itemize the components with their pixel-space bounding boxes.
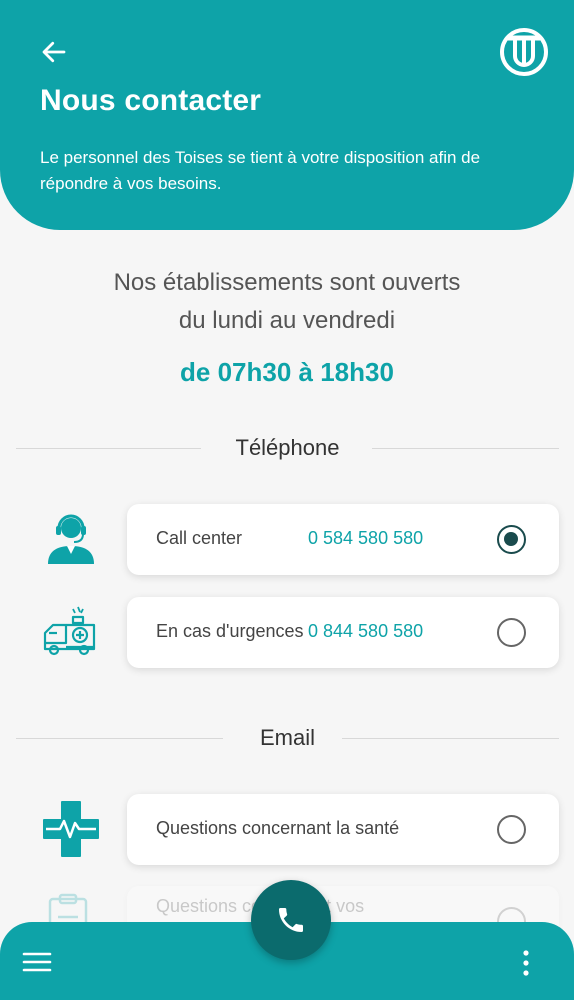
page-subtitle: Le personnel des Toises se tient à votre…	[40, 148, 481, 193]
call-fab-button[interactable]	[251, 880, 331, 960]
call-center-agent-icon	[48, 514, 94, 564]
opening-days-line: du lundi au vendredi	[178, 307, 396, 334]
phone-number[interactable]: 0 844 580 580	[308, 621, 423, 642]
opening-hours-time: de 07h30 à 18h30	[180, 357, 394, 387]
back-button[interactable]	[34, 32, 74, 72]
email-section-heading: Email	[16, 723, 559, 753]
more-options-icon[interactable]	[516, 948, 536, 978]
telephone-section-heading: Téléphone	[16, 433, 559, 463]
option-label: Call center	[156, 528, 243, 548]
emergency-option[interactable]: En cas d'urgences 0 844 580 580	[127, 597, 559, 668]
medical-cross-icon	[43, 801, 99, 857]
toises-logo-icon	[500, 28, 548, 76]
opening-hours-line: Nos établissements sont ouverts	[113, 269, 461, 296]
radio-unselected[interactable]	[497, 815, 526, 844]
divider	[372, 448, 559, 449]
header: Nous contacter Le personnel des Toises s…	[0, 0, 574, 230]
phone-icon	[279, 908, 303, 932]
option-label: En cas d'urgences	[156, 621, 304, 641]
divider	[342, 738, 559, 739]
radio-unselected[interactable]	[497, 618, 526, 647]
health-questions-option[interactable]: Questions concernant la santé	[127, 794, 559, 865]
call-center-option[interactable]: Call center 0 584 580 580	[127, 504, 559, 575]
page-title: Nous contacter	[40, 84, 262, 117]
phone-number[interactable]: 0 584 580 580	[308, 528, 423, 549]
opening-hours-text: Nos établissements sont ouverts du lundi…	[0, 264, 574, 340]
arrow-left-icon	[42, 41, 66, 63]
hamburger-menu-icon[interactable]	[22, 950, 52, 974]
ambulance-icon	[43, 606, 96, 656]
option-label: Questions concernant la santé	[156, 818, 400, 838]
radio-selected[interactable]	[497, 525, 526, 554]
